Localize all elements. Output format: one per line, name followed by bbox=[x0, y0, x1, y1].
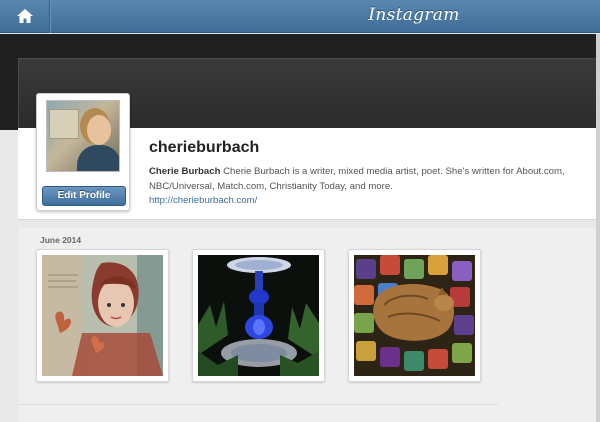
profile-display-name: Cherie Burbach bbox=[149, 166, 221, 177]
profile-website-link[interactable]: http://cherieburbach.com/ bbox=[149, 195, 257, 206]
photo-thumbnail[interactable] bbox=[192, 249, 325, 382]
profile-username: cherieburbach bbox=[149, 139, 260, 156]
section-divider bbox=[18, 404, 498, 405]
photo-thumbnail[interactable] bbox=[348, 249, 481, 382]
photo-image bbox=[354, 255, 475, 376]
instagram-logo[interactable]: Instagram bbox=[0, 5, 600, 25]
avatar bbox=[46, 100, 120, 172]
month-label: June 2014 bbox=[40, 235, 82, 245]
avatar-card: Edit Profile bbox=[36, 93, 130, 211]
photo-thumbnail[interactable] bbox=[36, 249, 169, 382]
scrollbar[interactable] bbox=[596, 34, 600, 422]
profile-bio: Cherie Burbach Cherie Burbach is a write… bbox=[149, 164, 589, 194]
photo-image bbox=[42, 255, 163, 376]
top-navigation-bar: Instagram bbox=[0, 0, 600, 33]
photo-image bbox=[198, 255, 319, 376]
edit-profile-button[interactable]: Edit Profile bbox=[42, 186, 126, 206]
